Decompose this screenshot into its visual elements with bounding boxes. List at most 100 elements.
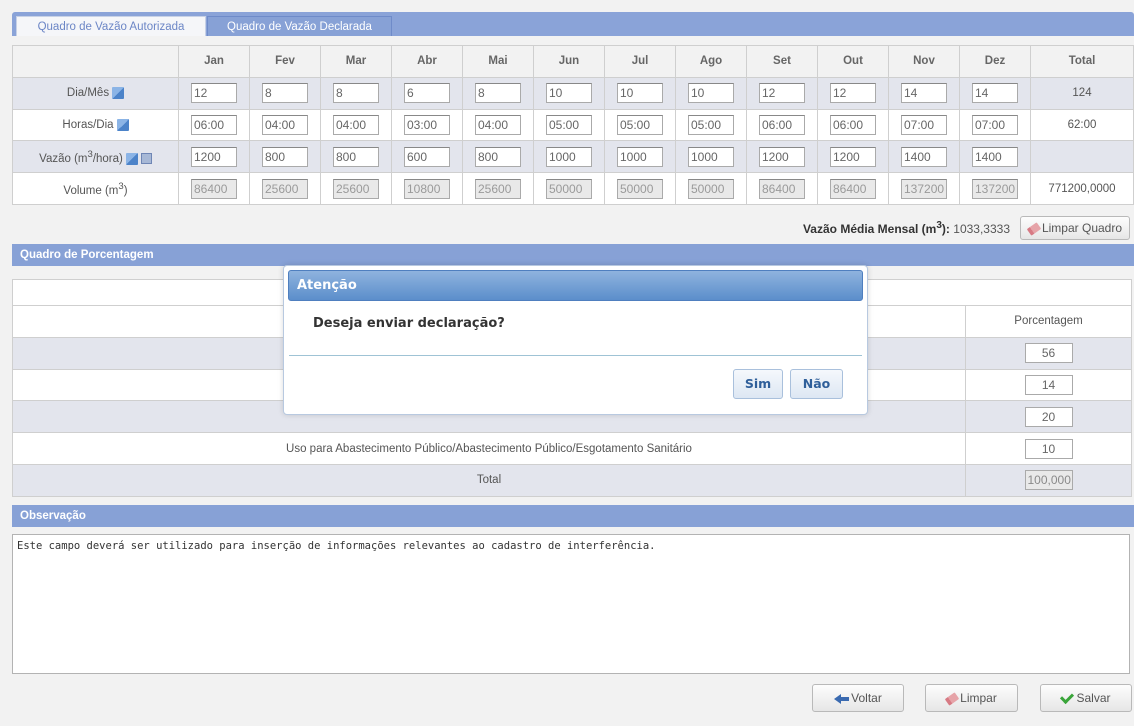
horas-dia-input[interactable]: 03:00 bbox=[404, 114, 450, 135]
header-month: Ago bbox=[675, 45, 747, 78]
limpar-button[interactable]: Limpar bbox=[925, 684, 1018, 712]
porcentagem-total-input: 100,000 bbox=[1024, 470, 1073, 491]
dia-mes-input[interactable]: 8 bbox=[262, 83, 308, 104]
porcentagem-input[interactable]: 14 bbox=[1024, 374, 1073, 395]
tab-vazao-declarada[interactable]: Quadro de Vazão Declarada bbox=[207, 16, 392, 36]
row-label: Dia/Mês bbox=[12, 76, 179, 110]
dia-mes-input[interactable]: 10 bbox=[617, 83, 663, 104]
volume-readonly-input: 25600 bbox=[333, 178, 379, 199]
observacao-textarea[interactable]: Este campo deverá ser utilizado para ins… bbox=[12, 534, 1130, 674]
volume-readonly-input: 50000 bbox=[546, 178, 592, 199]
horas-dia-input[interactable]: 04:00 bbox=[475, 114, 521, 135]
vazao-input[interactable]: 1200 bbox=[191, 146, 237, 167]
horas-dia-input[interactable]: 05:00 bbox=[688, 114, 734, 135]
salvar-button[interactable]: Salvar bbox=[1040, 684, 1132, 712]
horas-dia-input[interactable]: 07:00 bbox=[972, 114, 1018, 135]
media-label: Vazão Média Mensal (m bbox=[802, 222, 937, 236]
vazao-input[interactable]: 1000 bbox=[546, 146, 592, 167]
vazao-input[interactable]: 1400 bbox=[972, 146, 1018, 167]
dia-mes-input[interactable]: 8 bbox=[475, 83, 521, 104]
porcentagem-row: Uso para Abastecimento Público/Abastecim… bbox=[12, 432, 1132, 465]
header-month: Dez bbox=[959, 45, 1031, 78]
vazao-input[interactable]: 800 bbox=[262, 146, 308, 167]
porcentagem-header: Porcentagem bbox=[965, 305, 1132, 338]
calculator-icon[interactable] bbox=[140, 153, 152, 165]
dia-mes-input[interactable]: 6 bbox=[404, 83, 450, 104]
table-row-volume: Volume (m3) 86400 25600 25600 10800 2560… bbox=[12, 172, 1134, 205]
table-row-horas-dia: Horas/Dia 06:00 04:00 04:00 03:00 04:00 … bbox=[12, 108, 1134, 142]
dia-mes-input[interactable]: 10 bbox=[546, 83, 592, 104]
vazao-input[interactable]: 1000 bbox=[688, 146, 734, 167]
dialog-no-button[interactable]: Não bbox=[790, 369, 843, 399]
horas-dia-input[interactable]: 04:00 bbox=[262, 114, 308, 135]
dia-mes-input[interactable]: 14 bbox=[972, 83, 1018, 104]
tab-vazao-autorizada[interactable]: Quadro de Vazão Autorizada bbox=[16, 16, 206, 36]
horas-dia-input[interactable]: 04:00 bbox=[333, 114, 379, 135]
volume-readonly-input: 10800 bbox=[404, 178, 450, 199]
horas-dia-input[interactable]: 06:00 bbox=[191, 114, 237, 135]
row-label: Vazão (m3/hora) bbox=[12, 140, 179, 174]
horas-dia-input[interactable]: 05:00 bbox=[546, 114, 592, 135]
volume-readonly-input: 50000 bbox=[617, 178, 663, 199]
horas-dia-total: 62:00 bbox=[1030, 108, 1134, 142]
vazao-input[interactable]: 800 bbox=[333, 146, 379, 167]
horas-dia-input[interactable]: 07:00 bbox=[901, 114, 947, 135]
vazao-input[interactable]: 600 bbox=[404, 146, 450, 167]
header-month: Abr bbox=[391, 45, 463, 78]
limpar-quadro-button[interactable]: Limpar Quadro bbox=[1020, 216, 1130, 240]
header-month: Out bbox=[817, 45, 889, 78]
vazao-input[interactable]: 800 bbox=[475, 146, 521, 167]
vazao-input[interactable]: 1400 bbox=[901, 146, 947, 167]
porcentagem-input[interactable]: 20 bbox=[1024, 406, 1073, 427]
porcentagem-total-label: Total bbox=[12, 463, 966, 497]
dialog-yes-button[interactable]: Sim bbox=[733, 369, 783, 399]
copy-icon[interactable] bbox=[116, 118, 129, 131]
header-month: Set bbox=[746, 45, 818, 78]
horas-dia-input[interactable]: 05:00 bbox=[617, 114, 663, 135]
dialog-divider bbox=[289, 355, 862, 356]
dia-mes-input[interactable]: 12 bbox=[830, 83, 876, 104]
row-label-text: Dia/Mês bbox=[66, 87, 110, 100]
dia-mes-input[interactable]: 14 bbox=[901, 83, 947, 104]
header-total: Total bbox=[1030, 45, 1134, 78]
vazao-input[interactable]: 1200 bbox=[830, 146, 876, 167]
header-month: Jan bbox=[178, 45, 250, 78]
eraser-icon bbox=[1026, 222, 1042, 236]
horas-dia-input[interactable]: 06:00 bbox=[759, 114, 805, 135]
volume-readonly-input: 50000 bbox=[688, 178, 734, 199]
porcentagem-input[interactable]: 10 bbox=[1024, 438, 1073, 459]
vazao-media-mensal: Vazão Média Mensal (m3): 1033,3333 bbox=[600, 215, 1010, 240]
vazao-input[interactable]: 1000 bbox=[617, 146, 663, 167]
limpar-quadro-label: Limpar Quadro bbox=[1041, 221, 1123, 235]
header-empty bbox=[12, 45, 179, 78]
media-label-end: ): bbox=[941, 222, 950, 236]
horas-dia-input[interactable]: 06:00 bbox=[830, 114, 876, 135]
volume-readonly-input: 86400 bbox=[830, 178, 876, 199]
header-month: Jul bbox=[604, 45, 676, 78]
row-label-text: Horas/Dia bbox=[62, 119, 114, 131]
header-month: Jun bbox=[533, 45, 605, 78]
vazao-table: Jan Fev Mar Abr Mai Jun Jul Ago Set Out … bbox=[12, 45, 1134, 205]
table-header-row: Jan Fev Mar Abr Mai Jun Jul Ago Set Out … bbox=[12, 45, 1134, 78]
dia-mes-input[interactable]: 8 bbox=[333, 83, 379, 104]
table-row-dia-mes: Dia/Mês 12 8 8 6 8 10 10 10 12 12 14 14 … bbox=[12, 76, 1134, 110]
dia-mes-input[interactable]: 10 bbox=[688, 83, 734, 104]
copy-icon[interactable] bbox=[125, 152, 138, 165]
volume-total: 771200,0000 bbox=[1030, 172, 1134, 205]
back-arrow-icon bbox=[834, 693, 842, 704]
vazao-total bbox=[1030, 140, 1134, 174]
dia-mes-total: 124 bbox=[1030, 76, 1134, 110]
row-label-end: /hora) bbox=[92, 152, 123, 165]
volume-readonly-input: 86400 bbox=[191, 178, 237, 199]
copy-icon[interactable] bbox=[112, 87, 125, 100]
vazao-input[interactable]: 1200 bbox=[759, 146, 805, 167]
porcentagem-section-title: Quadro de Porcentagem bbox=[12, 244, 1134, 266]
porcentagem-input[interactable]: 56 bbox=[1024, 343, 1073, 364]
media-value: 1033,3333 bbox=[953, 222, 1010, 236]
header-month: Mai bbox=[462, 45, 534, 78]
voltar-label: Voltar bbox=[851, 691, 882, 705]
voltar-button[interactable]: Voltar bbox=[812, 684, 904, 712]
salvar-label: Salvar bbox=[1076, 691, 1111, 705]
dia-mes-input[interactable]: 12 bbox=[191, 83, 237, 104]
dia-mes-input[interactable]: 12 bbox=[759, 83, 805, 104]
